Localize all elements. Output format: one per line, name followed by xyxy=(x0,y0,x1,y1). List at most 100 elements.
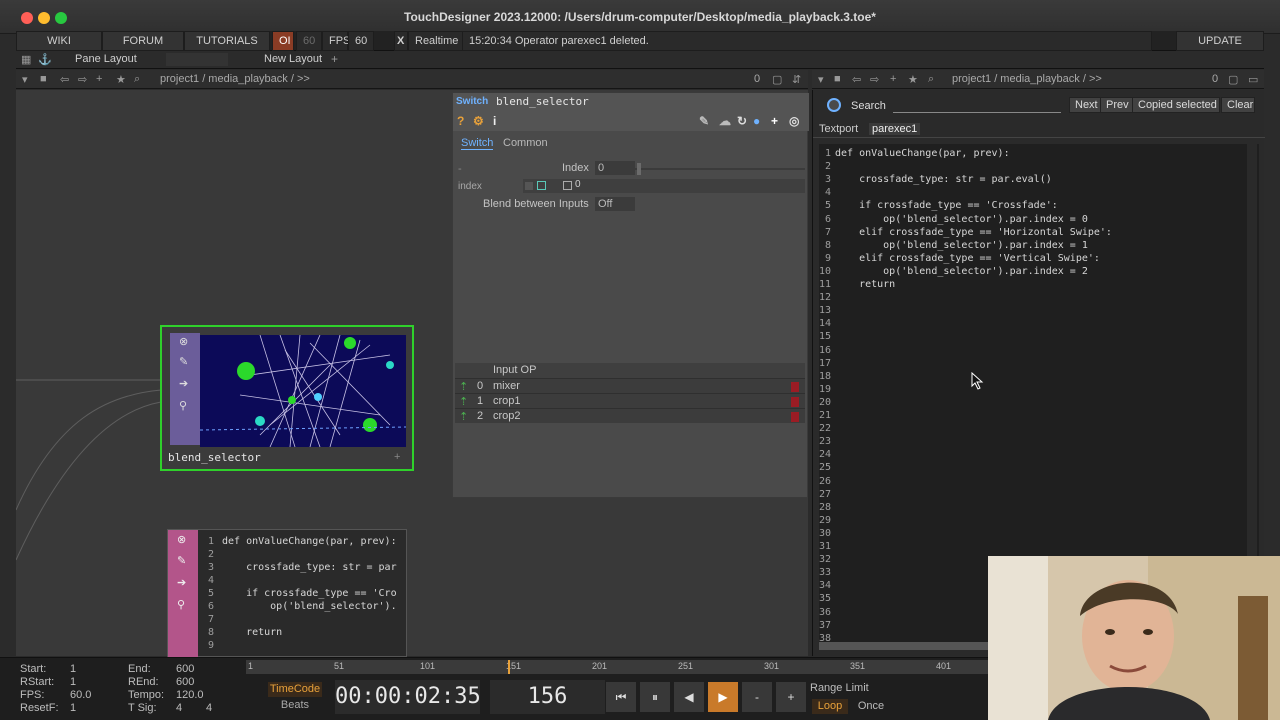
update-button[interactable]: UPDATE xyxy=(1176,31,1264,51)
path-icon[interactable]: ⌕ xyxy=(928,73,934,86)
code-line[interactable]: op('blend_selector').par.index = 2 xyxy=(835,266,1088,277)
code-line[interactable]: def onValueChange(par, prev): xyxy=(835,148,1010,159)
maximize-icon[interactable]: ▭ xyxy=(1248,73,1258,86)
table-row[interactable]: ⇡ 1 crop1 xyxy=(455,393,805,408)
textport-path[interactable]: project1 / media_playback / >> xyxy=(952,73,1102,85)
index-param-value[interactable]: 0 xyxy=(595,161,635,175)
search-input[interactable] xyxy=(893,99,1061,113)
lock-icon[interactable]: ✎ xyxy=(179,355,188,368)
tempo-value[interactable]: 120.0 xyxy=(176,689,204,701)
blend-param-toggle[interactable]: Off xyxy=(595,197,635,211)
node-name-label[interactable]: blend_selector xyxy=(168,451,261,464)
toggle-box[interactable] xyxy=(537,181,546,190)
comment-icon[interactable]: ☁ xyxy=(719,114,731,128)
help-icon[interactable]: ? xyxy=(457,114,464,128)
add-custom-param-icon[interactable]: + xyxy=(771,114,778,128)
edit-icon[interactable]: ✎ xyxy=(699,114,709,128)
pane-layout-button[interactable]: Pane Layout xyxy=(75,53,137,65)
text-dat-node[interactable]: ⊗ ✎ ➔ ⚲ 123456789 def onValueChange(par,… xyxy=(167,529,407,658)
forward-icon[interactable]: ⇨ xyxy=(870,73,879,86)
timeline-ruler[interactable]: 1 51 101 151 201 251 301 351 401 xyxy=(246,660,991,674)
split-icon[interactable]: ▢ xyxy=(772,73,782,86)
tab-common[interactable]: Common xyxy=(503,137,548,149)
code-line[interactable]: elif crossfade_type == 'Horizontal Swipe… xyxy=(835,227,1112,238)
tutorials-button[interactable]: TUTORIALS xyxy=(184,31,270,51)
pane-menu-icon[interactable]: ▾ xyxy=(22,73,28,86)
playhead[interactable] xyxy=(508,660,510,674)
tsig-numerator[interactable]: 4 xyxy=(176,702,182,714)
input-arrow-icon[interactable]: ⇡ xyxy=(459,410,468,423)
pause-button[interactable]: ⏸ xyxy=(640,682,670,712)
horizontal-scrollbar[interactable] xyxy=(819,642,995,650)
code-line[interactable]: return xyxy=(835,279,895,290)
clone-icon[interactable]: ⚲ xyxy=(179,399,187,412)
forward-icon[interactable]: ⇨ xyxy=(78,73,87,86)
tsig-denominator[interactable]: 4 xyxy=(206,702,212,714)
toggle-box[interactable] xyxy=(563,181,572,190)
beats-mode-button[interactable]: Beats xyxy=(268,698,322,713)
wiki-button[interactable]: WIKI xyxy=(16,31,102,51)
fps-limit[interactable]: 60 xyxy=(296,31,322,51)
bypass-icon[interactable]: ⊗ xyxy=(177,533,186,546)
toggle-box[interactable] xyxy=(525,182,533,190)
maximize-icon[interactable]: ⇵ xyxy=(792,73,801,86)
table-row[interactable]: ⇡ 0 mixer xyxy=(455,378,805,393)
code-line[interactable]: crossfade_type: str = par.eval() xyxy=(835,174,1052,185)
back-icon[interactable]: ⇦ xyxy=(60,73,69,86)
index-slider-handle[interactable] xyxy=(637,163,641,175)
lock-icon[interactable]: ✎ xyxy=(177,554,186,567)
rend-value[interactable]: 600 xyxy=(176,676,194,688)
prev-button[interactable]: Prev xyxy=(1100,97,1135,113)
table-row[interactable]: ⇡ 2 crop2 xyxy=(455,408,805,423)
frame-display[interactable]: 156 xyxy=(490,680,605,714)
layout-presets[interactable] xyxy=(166,53,228,66)
viewer-icon[interactable]: ➔ xyxy=(179,377,188,390)
python-icon[interactable]: ● xyxy=(753,114,760,128)
index-slider[interactable] xyxy=(635,163,805,175)
step-back-button[interactable]: ◀ xyxy=(674,682,704,712)
settings-icon[interactable]: ◎ xyxy=(789,114,799,128)
timecode-display[interactable]: 00:00:02:35 xyxy=(335,680,481,714)
oi-button[interactable]: OI xyxy=(272,31,294,51)
bypass-icon[interactable]: ⊗ xyxy=(179,335,188,348)
tab-textport[interactable]: Textport xyxy=(819,123,858,135)
pane-menu-icon[interactable]: ▾ xyxy=(818,73,824,86)
realtime-checkbox[interactable]: X xyxy=(394,31,408,51)
rstart-value[interactable]: 1 xyxy=(70,676,76,688)
remove-input-icon[interactable] xyxy=(791,397,799,407)
clear-button[interactable]: Clear xyxy=(1221,97,1255,113)
pane-icon[interactable]: ⚓ xyxy=(38,53,52,66)
bookmark-icon[interactable]: ★ xyxy=(116,73,126,86)
input-arrow-icon[interactable]: ⇡ xyxy=(459,380,468,393)
forum-button[interactable]: FORUM xyxy=(102,31,184,51)
step-minus-button[interactable]: - xyxy=(742,682,772,712)
add-layout-button[interactable]: + xyxy=(331,52,338,66)
op-name-field[interactable]: blend_selector xyxy=(496,95,589,108)
add-icon[interactable]: + xyxy=(96,73,102,85)
step-plus-button[interactable]: + xyxy=(776,682,806,712)
viewer-icon[interactable]: ➔ xyxy=(177,576,186,589)
switch-top-node[interactable]: ⊗ ✎ ➔ ⚲ blend_selector + xyxy=(160,325,414,471)
refresh-icon[interactable]: ↻ xyxy=(737,114,747,128)
play-button[interactable]: ▶ xyxy=(708,682,738,712)
stop-icon[interactable]: ■ xyxy=(40,73,47,85)
split-icon[interactable]: ▢ xyxy=(1228,73,1238,86)
end-value[interactable]: 600 xyxy=(176,663,194,675)
add-icon[interactable]: + xyxy=(890,73,896,85)
network-path[interactable]: project1 / media_playback / >> xyxy=(160,73,310,85)
code-line[interactable]: if crossfade_type == 'Crossfade': xyxy=(835,200,1058,211)
grid-icon[interactable]: ▦ xyxy=(21,53,31,66)
fps-value[interactable]: 60.0 xyxy=(70,689,91,701)
once-button[interactable]: Once xyxy=(852,699,890,714)
code-line[interactable]: op('blend_selector').par.index = 0 xyxy=(835,214,1088,225)
loop-button[interactable]: Loop xyxy=(812,699,848,714)
back-icon[interactable]: ⇦ xyxy=(852,73,861,86)
clone-icon[interactable]: ⚲ xyxy=(177,598,185,611)
tab-parexec1[interactable]: parexec1 xyxy=(869,123,921,135)
new-layout-button[interactable]: New Layout xyxy=(264,53,322,65)
resetf-value[interactable]: 1 xyxy=(70,702,76,714)
info-icon[interactable]: i xyxy=(493,114,496,128)
path-icon[interactable]: ⌕ xyxy=(134,73,140,86)
rewind-to-start-button[interactable]: ⏮ xyxy=(606,682,636,712)
start-value[interactable]: 1 xyxy=(70,663,76,675)
